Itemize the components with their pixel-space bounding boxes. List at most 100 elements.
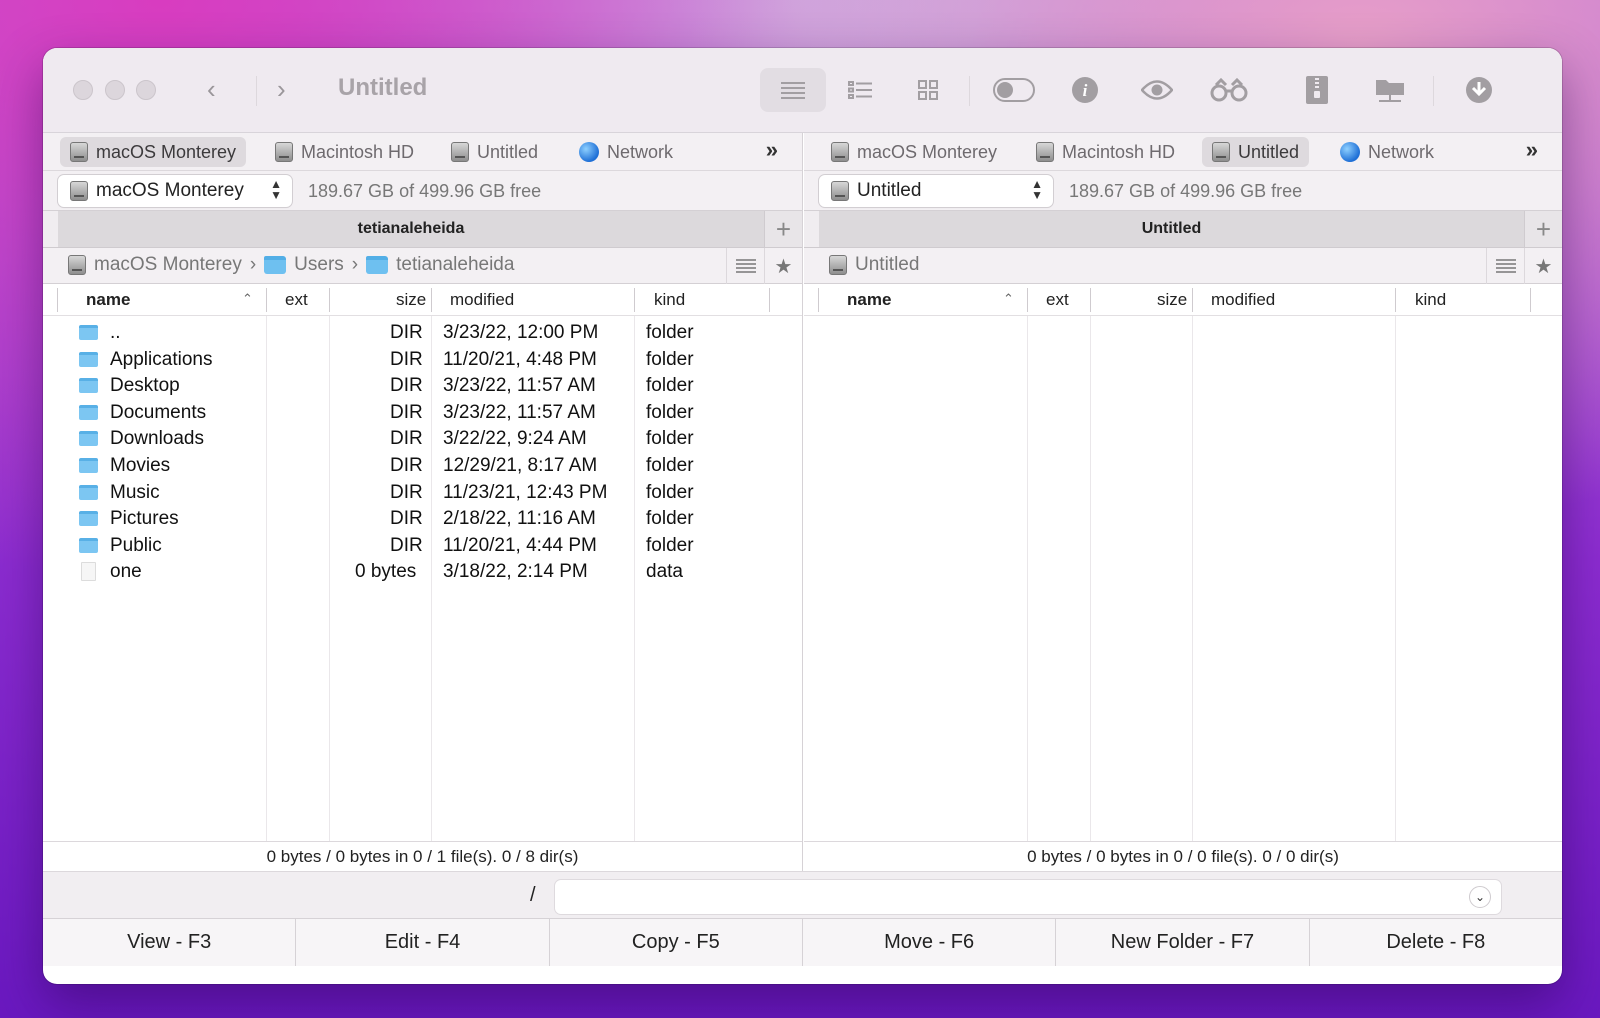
breadcrumb-item-untitled[interactable]: Untitled bbox=[829, 254, 919, 276]
detail-view-icon[interactable] bbox=[833, 68, 887, 112]
status-bar: 0 bytes / 0 bytes in 0 / 1 file(s). 0 / … bbox=[43, 841, 802, 871]
add-tab-button[interactable]: + bbox=[764, 211, 802, 248]
search-binoculars-icon[interactable] bbox=[1202, 68, 1256, 112]
row-kind: folder bbox=[646, 428, 694, 450]
public-folder-icon bbox=[79, 537, 98, 553]
row-kind: folder bbox=[646, 481, 694, 503]
row-size: DIR bbox=[390, 428, 423, 450]
volume-selector-label: Untitled bbox=[857, 180, 922, 201]
volume-tab-untitled[interactable]: Untitled bbox=[441, 137, 548, 167]
zoom-window-button[interactable] bbox=[136, 80, 156, 100]
table-row[interactable]: Movies DIR 12/29/21, 8:17 AM folder bbox=[43, 453, 802, 480]
list-view-icon[interactable] bbox=[760, 68, 826, 112]
volume-tab-macintosh-hd[interactable]: Macintosh HD bbox=[265, 137, 424, 167]
volume-tab-network[interactable]: Network bbox=[1330, 137, 1444, 167]
column-header-ext[interactable]: ext bbox=[1046, 290, 1069, 310]
new-folder-button[interactable]: New Folder - F7 bbox=[1056, 919, 1310, 966]
table-row[interactable]: Documents DIR 3/23/22, 11:57 AM folder bbox=[43, 400, 802, 427]
toggle-hidden-icon[interactable] bbox=[987, 68, 1041, 112]
column-header-modified[interactable]: modified bbox=[450, 290, 514, 310]
info-icon[interactable]: i bbox=[1058, 68, 1112, 112]
function-key-bar: View - F3 Edit - F4 Copy - F5 Move - F6 … bbox=[43, 918, 1562, 966]
right-panel: macOS Monterey Macintosh HD Untitled Net… bbox=[804, 133, 1562, 899]
breadcrumb: Untitled ★ bbox=[804, 248, 1562, 284]
back-arrow-icon[interactable]: ‹ bbox=[207, 76, 216, 102]
volume-selector[interactable]: macOS Monterey ▲ ▼ bbox=[58, 175, 292, 207]
volume-tab-macos-monterey[interactable]: macOS Monterey bbox=[60, 137, 247, 167]
breadcrumb-label: Untitled bbox=[855, 254, 920, 275]
view-button[interactable]: View - F3 bbox=[43, 919, 297, 966]
column-divider[interactable] bbox=[266, 288, 267, 312]
breadcrumb-separator: › bbox=[351, 254, 359, 275]
column-divider[interactable] bbox=[1395, 288, 1396, 312]
minimize-window-button[interactable] bbox=[105, 80, 125, 100]
breadcrumb-item-macos-monterey[interactable]: macOS Monterey › bbox=[68, 254, 264, 276]
history-list-icon[interactable] bbox=[726, 248, 764, 284]
table-row[interactable]: one 0 bytes 3/18/22, 2:14 PM data bbox=[43, 559, 802, 586]
column-header-size[interactable]: size bbox=[396, 290, 426, 310]
column-header-name[interactable]: name bbox=[86, 290, 130, 310]
column-divider[interactable] bbox=[634, 288, 635, 312]
svg-text:i: i bbox=[1083, 81, 1088, 100]
up-down-chevron-icon: ▲ ▼ bbox=[1031, 177, 1043, 202]
table-row[interactable]: Downloads DIR 3/22/22, 9:24 AM folder bbox=[43, 426, 802, 453]
favorites-star-icon[interactable]: ★ bbox=[1524, 248, 1562, 284]
volume-selector[interactable]: Untitled ▲ ▼ bbox=[819, 175, 1053, 207]
volume-tab-network[interactable]: Network bbox=[569, 137, 683, 167]
volume-tab-macos-monterey[interactable]: macOS Monterey bbox=[821, 137, 1007, 167]
chevron-down-icon[interactable]: ⌄ bbox=[1469, 886, 1491, 908]
download-icon[interactable] bbox=[1452, 68, 1506, 112]
users-folder-icon bbox=[264, 256, 287, 274]
breadcrumb-item-users[interactable]: Users › bbox=[264, 254, 366, 276]
row-name: Music bbox=[110, 481, 160, 503]
favorites-star-icon[interactable]: ★ bbox=[764, 248, 802, 284]
table-row[interactable]: Music DIR 11/23/21, 12:43 PM folder bbox=[43, 480, 802, 507]
column-divider[interactable] bbox=[1027, 288, 1028, 312]
move-button[interactable]: Move - F6 bbox=[802, 919, 1057, 966]
volume-tab-untitled[interactable]: Untitled bbox=[1202, 137, 1310, 167]
command-input[interactable]: ⌄ bbox=[555, 880, 1501, 914]
folder-tab[interactable]: Untitled bbox=[819, 211, 1524, 248]
network-connect-icon[interactable] bbox=[1363, 68, 1417, 112]
row-kind: folder bbox=[646, 534, 694, 556]
history-list-icon[interactable] bbox=[1486, 248, 1524, 284]
add-tab-button[interactable]: + bbox=[1524, 211, 1562, 248]
table-row[interactable]: Pictures DIR 2/18/22, 11:16 AM folder bbox=[43, 506, 802, 533]
column-header-size[interactable]: size bbox=[1157, 290, 1187, 310]
column-divider[interactable] bbox=[769, 288, 770, 312]
forward-arrow-icon[interactable]: › bbox=[277, 76, 286, 102]
folder-tab[interactable]: tetianaleheida bbox=[58, 211, 764, 248]
copy-button[interactable]: Copy - F5 bbox=[549, 919, 803, 966]
edit-button[interactable]: Edit - F4 bbox=[296, 919, 550, 966]
volume-tab-label: macOS Monterey bbox=[96, 141, 237, 162]
row-name: Pictures bbox=[110, 508, 179, 530]
close-window-button[interactable] bbox=[73, 80, 93, 100]
pictures-folder-icon bbox=[79, 511, 98, 527]
breadcrumb-item-home[interactable]: tetianaleheida bbox=[366, 254, 514, 276]
column-divider[interactable] bbox=[431, 288, 432, 312]
table-row[interactable]: Public DIR 11/20/21, 4:44 PM folder bbox=[43, 533, 802, 560]
archive-icon[interactable] bbox=[1290, 68, 1344, 112]
table-row[interactable]: Desktop DIR 3/23/22, 11:57 AM folder bbox=[43, 373, 802, 400]
row-name: .. bbox=[110, 322, 121, 343]
grid-view-icon[interactable] bbox=[901, 68, 955, 112]
free-space-text: 189.67 GB of 499.96 GB free bbox=[1069, 181, 1303, 201]
column-header-name[interactable]: name bbox=[847, 290, 891, 310]
column-divider[interactable] bbox=[1530, 288, 1531, 312]
more-tabs-chevron-icon[interactable]: » bbox=[1526, 137, 1538, 163]
table-row[interactable]: .. DIR 3/23/22, 12:00 PM folder bbox=[43, 320, 802, 347]
volume-tabs-bar: macOS Monterey Macintosh HD Untitled Net… bbox=[43, 133, 802, 171]
volume-tab-macintosh-hd[interactable]: Macintosh HD bbox=[1026, 137, 1185, 167]
column-header-ext[interactable]: ext bbox=[285, 290, 308, 310]
column-divider[interactable] bbox=[329, 288, 330, 312]
delete-button[interactable]: Delete - F8 bbox=[1309, 919, 1562, 966]
more-tabs-chevron-icon[interactable]: » bbox=[766, 137, 778, 163]
column-header-kind[interactable]: kind bbox=[1415, 290, 1446, 310]
table-row[interactable]: Applications DIR 11/20/21, 4:48 PM folder bbox=[43, 347, 802, 374]
sort-ascending-icon: ⌃ bbox=[242, 291, 253, 306]
column-divider[interactable] bbox=[1090, 288, 1091, 312]
column-divider[interactable] bbox=[1192, 288, 1193, 312]
column-header-kind[interactable]: kind bbox=[654, 290, 685, 310]
quick-look-icon[interactable] bbox=[1130, 68, 1184, 112]
column-header-modified[interactable]: modified bbox=[1211, 290, 1275, 310]
